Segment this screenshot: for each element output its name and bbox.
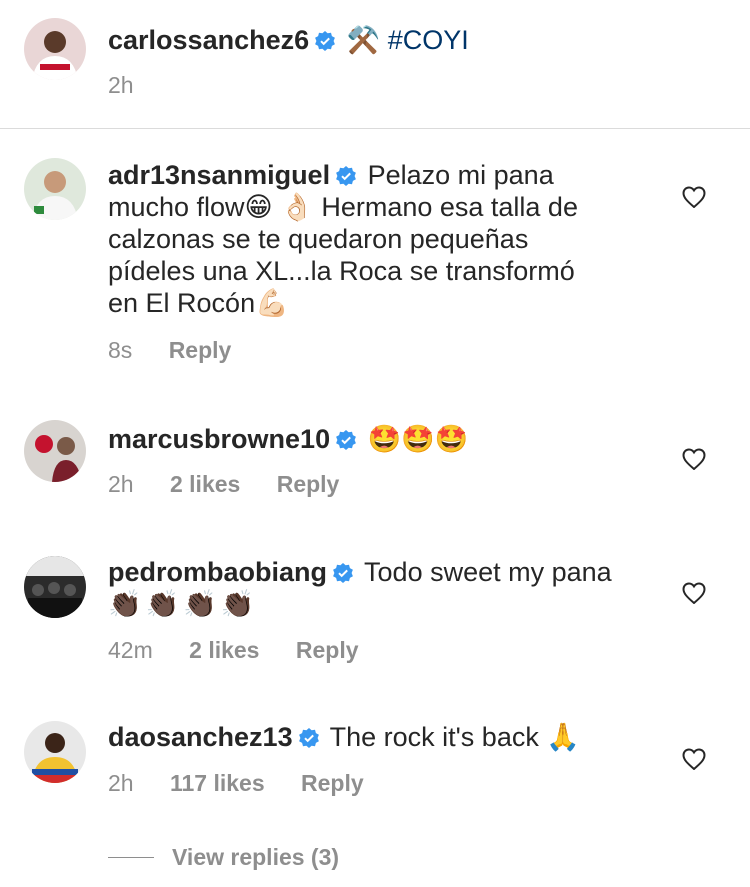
likes-count[interactable]: 2 likes: [170, 471, 240, 497]
verified-badge-icon: [336, 430, 356, 450]
hashtag-link[interactable]: #COYI: [388, 25, 469, 55]
verified-badge-icon: [298, 728, 319, 748]
comment-time: 42m: [108, 637, 153, 663]
like-heart-icon[interactable]: [682, 448, 706, 470]
caption-username[interactable]: carlossanchez6: [108, 25, 309, 55]
verified-badge-icon: [333, 563, 353, 583]
comment-text-line: mucho flow😁 👌🏻 Hermano esa talla de: [108, 192, 578, 222]
comment-text-line: 🤩🤩🤩: [367, 424, 469, 454]
comment-text-line: pídeles una XL...la Roca se transformó: [108, 256, 575, 286]
avatar-daosanchez13[interactable]: [24, 721, 86, 783]
post-caption: carlossanchez6 ⚒️ #COYI 2h: [0, 0, 750, 128]
view-replies-line: [108, 856, 154, 858]
avatar-carlossanchez6[interactable]: [24, 18, 86, 80]
like-heart-icon[interactable]: [682, 582, 706, 604]
avatar-marcusbrowne10[interactable]: [24, 420, 86, 482]
comment-username[interactable]: marcusbrowne10: [108, 424, 330, 454]
comment-username[interactable]: adr13nsanmiguel: [108, 160, 330, 190]
avatar-adr13nsanmiguel[interactable]: [24, 158, 86, 220]
reply-button[interactable]: Reply: [301, 770, 364, 796]
verified-badge-icon: [315, 31, 336, 51]
like-heart-icon[interactable]: [682, 186, 706, 208]
comment-text-line: 👏🏿👏🏿👏🏿👏🏿: [108, 589, 259, 619]
view-replies-label[interactable]: View replies (3): [172, 844, 339, 871]
likes-count[interactable]: 117 likes: [170, 770, 265, 796]
comment-username[interactable]: daosanchez13: [108, 722, 293, 752]
comment-text-line: Todo sweet my pana: [364, 557, 612, 587]
caption-time: 2h: [108, 72, 134, 98]
like-heart-icon[interactable]: [682, 748, 706, 770]
avatar-pedrombaobiang[interactable]: [24, 556, 86, 618]
likes-count[interactable]: 2 likes: [189, 637, 259, 663]
view-replies-button[interactable]: View replies (3): [108, 842, 339, 872]
hammer-pick-emoji: ⚒️: [346, 25, 381, 56]
comment-text-line: calzonas se te quedaron pequeñas: [108, 224, 529, 254]
comment-text-line: Pelazo mi pana: [367, 160, 554, 190]
comment-text-line: The rock it's back 🙏: [329, 722, 580, 752]
reply-button[interactable]: Reply: [169, 337, 232, 363]
comment-time: 2h: [108, 471, 134, 497]
comment-time: 8s: [108, 337, 133, 363]
comment-time: 2h: [108, 770, 134, 796]
divider: [0, 128, 750, 129]
reply-button[interactable]: Reply: [296, 637, 359, 663]
comment-username[interactable]: pedrombaobiang: [108, 557, 327, 587]
verified-badge-icon: [336, 166, 356, 186]
reply-button[interactable]: Reply: [277, 471, 340, 497]
comment-text-line: en El Rocón💪🏻: [108, 288, 289, 318]
